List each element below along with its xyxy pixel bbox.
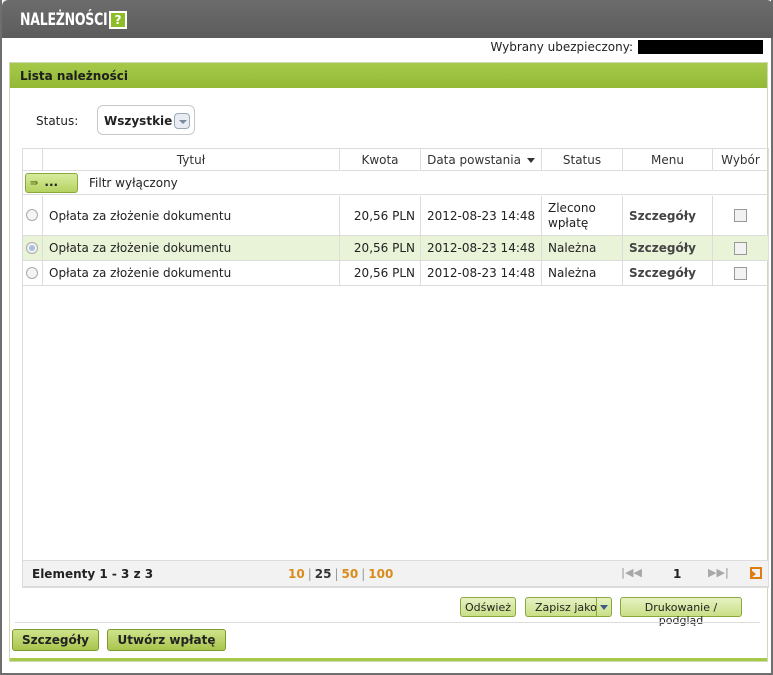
page-size-option[interactable]: 10 [288,567,305,581]
filter-status-text: Filtr wyłączony [89,176,178,190]
cell-amount: 20,56 PLN [339,196,420,235]
column-header-select: Wybór [712,149,768,171]
insured-value-redacted [638,40,763,54]
chevron-down-icon[interactable] [174,113,190,129]
filter-arrows-icon: ⇛ [30,178,39,189]
cell-select [712,236,768,260]
cell-title: Opłata za złożenie dokumentu [42,261,339,285]
cell-amount: 20,56 PLN [339,261,420,285]
pager-bar: Elementy 1 - 3 z 3 10 | 25 | 50 | 100 |◀◀ 1 ▶▶… [23,560,768,587]
save-as-label: Zapisz jako [535,601,597,614]
cell-status: Należna [541,236,622,260]
receivables-panel: Lista należności Status: Wszystkie Tytuł… [9,62,769,662]
elements-count: Elementy 1 - 3 z 3 [32,567,154,581]
panel-title: Lista należności [10,63,767,88]
column-header-date[interactable]: Data powstania [420,149,541,171]
page-size-option[interactable]: 100 [368,567,393,581]
cell-title: Opłata za złożenie dokumentu [42,236,339,260]
column-header-amount[interactable]: Kwota [339,149,420,171]
page-size-selector: 10 | 25 | 50 | 100 [288,567,394,581]
refresh-button[interactable]: Odśwież [460,597,516,617]
cell-date: 2012-08-23 14:48 [420,196,541,235]
row-radio[interactable] [26,267,38,279]
row-checkbox[interactable] [734,241,747,255]
first-page-icon[interactable]: |◀◀ [621,566,642,579]
save-as-button[interactable]: Zapisz jako [525,597,612,617]
table-row[interactable]: Opłata za złożenie dokumentu 20,56 PLN 2… [23,196,768,236]
status-select[interactable]: Wszystkie [97,105,195,135]
column-header-title[interactable]: Tytuł [42,149,339,171]
page-size-option[interactable]: 50 [342,567,359,581]
cell-select [712,196,768,235]
details-link[interactable]: Szczegóły [622,261,712,285]
last-pages-icon[interactable]: ▶▶| [708,566,729,579]
cell-status: Zlecono wpłatę [541,196,622,235]
row-checkbox[interactable] [734,209,747,222]
help-icon[interactable]: ? [109,11,127,29]
create-payment-button[interactable]: Utwórz wpłatę [107,629,226,651]
column-header-menu: Menu [622,149,712,171]
current-page-number: 1 [673,567,682,581]
cell-status-text: Zlecono wpłatę [548,200,596,230]
column-header-date-label: Data powstania [427,153,521,167]
filter-button-label: ... [44,175,59,189]
last-page-icon[interactable] [750,567,762,579]
title-bar: NALEŻNOŚCI ? [2,0,773,38]
cell-amount: 20,56 PLN [339,236,420,260]
page-size-option-current[interactable]: 25 [315,567,332,581]
filter-button[interactable]: ⇛... [25,173,78,193]
table-header: Tytuł Kwota Data powstania Status Menu W… [23,149,768,171]
table-row[interactable]: Opłata za złożenie dokumentu 20,56 PLN 2… [23,261,768,286]
print-preview-button[interactable]: Drukowanie / podgląd [620,597,742,627]
panel-bottom-accent [10,658,767,661]
cell-date: 2012-08-23 14:48 [420,236,541,260]
table-row[interactable]: Opłata za złożenie dokumentu 20,56 PLN 2… [23,236,768,261]
cell-status: Należna [541,261,622,285]
details-link[interactable]: Szczegóły [622,196,712,235]
chevron-down-icon[interactable] [596,598,611,616]
row-radio[interactable] [26,209,38,221]
receivables-table: Tytuł Kwota Data powstania Status Menu W… [22,148,769,588]
details-button[interactable]: Szczegóły [12,629,99,651]
cell-select [712,261,768,285]
insured-label: Wybrany ubezpieczony: [490,40,633,54]
status-select-value: Wszystkie [104,114,173,128]
sort-desc-icon [526,158,535,163]
column-header-status[interactable]: Status [541,149,622,171]
cell-title: Opłata za złożenie dokumentu [42,196,339,235]
details-link[interactable]: Szczegóły [622,236,712,260]
cell-date: 2012-08-23 14:48 [420,261,541,285]
window-frame: NALEŻNOŚCI ? Wybrany ubezpieczony: Lista… [0,0,773,675]
page-title: NALEŻNOŚCI [20,10,108,30]
filter-row: ⇛... Filtr wyłączony [23,171,768,195]
status-label: Status: [36,114,79,128]
row-radio[interactable] [26,242,38,254]
row-checkbox[interactable] [734,266,747,280]
divider [15,622,760,623]
